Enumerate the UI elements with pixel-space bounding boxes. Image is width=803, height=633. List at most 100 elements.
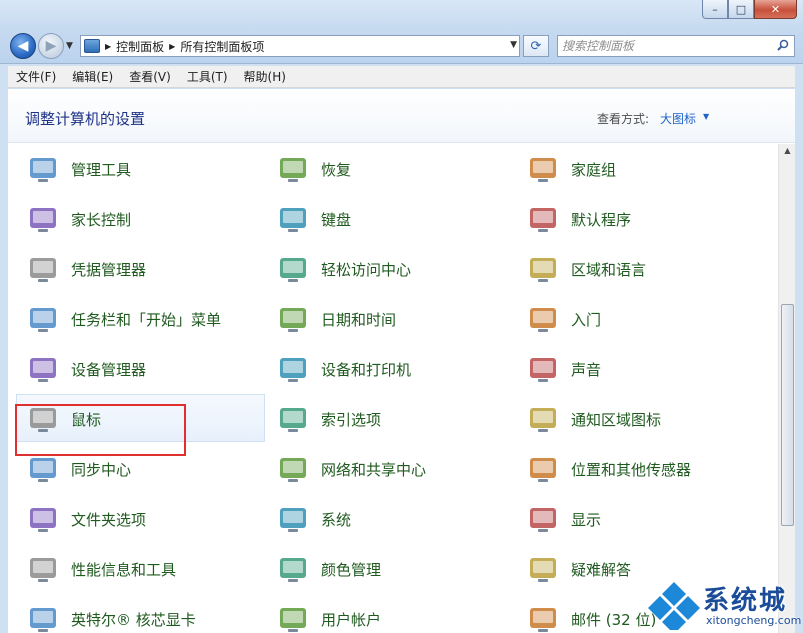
cp-item[interactable]: 轻松访问中心 [266, 244, 506, 292]
item-label: 位置和其他传感器 [571, 461, 692, 479]
cp-item[interactable]: 区域和语言 [516, 244, 756, 292]
refresh-button[interactable]: ⟳ [523, 35, 549, 57]
cp-item[interactable]: 鼠标 [16, 394, 265, 442]
menu-edit[interactable]: 编辑(E) [64, 68, 121, 85]
item-label: 同步中心 [71, 461, 132, 479]
watermark-text: 系统城 [703, 586, 788, 616]
cp-item[interactable]: 同步中心 [16, 444, 256, 492]
item-icon [277, 503, 309, 535]
item-icon [527, 253, 559, 285]
item-icon [27, 253, 59, 285]
cp-item[interactable]: 入门 [516, 294, 756, 342]
cp-item[interactable]: 文件夹选项 [16, 494, 256, 542]
close-button[interactable]: ✕ [754, 0, 797, 19]
item-icon [527, 503, 559, 535]
window-controls: – □ ✕ [702, 0, 797, 20]
item-icon [27, 353, 59, 385]
menu-view[interactable]: 查看(V) [121, 68, 179, 85]
item-label: 设备和打印机 [321, 361, 412, 379]
cp-item[interactable]: 设备管理器 [16, 344, 256, 392]
back-button[interactable]: ◀ [10, 33, 36, 59]
view-by-label: 查看方式: [597, 112, 650, 126]
item-label: 鼠标 [71, 411, 102, 429]
scroll-up-icon[interactable]: ▲ [781, 146, 794, 159]
chevron-right-icon[interactable]: ▶ [105, 42, 111, 51]
cp-item[interactable]: 凭据管理器 [16, 244, 256, 292]
title-bar: – □ ✕ ◀ ▶ ▼ ▶ 控制面板 ▶ 所有控制面板项 ▼ ⟳ [0, 0, 803, 64]
breadcrumb-all-items[interactable]: 所有控制面板项 [180, 38, 264, 55]
address-dropdown-icon[interactable]: ▼ [510, 40, 517, 50]
vertical-scrollbar[interactable]: ▲ [778, 144, 795, 633]
cp-item[interactable]: 位置和其他传感器 [516, 444, 756, 492]
item-icon [27, 453, 59, 485]
cp-item[interactable]: 家庭组 [516, 144, 756, 192]
menu-file[interactable]: 文件(F) [8, 68, 64, 85]
item-label: 索引选项 [321, 411, 382, 429]
item-label: 邮件 (32 位) [571, 611, 657, 629]
cp-item[interactable]: 英特尔® 核芯显卡 [16, 594, 256, 633]
cp-item[interactable]: 显示 [516, 494, 756, 542]
cp-item[interactable]: 系统 [266, 494, 506, 542]
cp-item[interactable]: 设备和打印机 [266, 344, 506, 392]
menu-help[interactable]: 帮助(H) [236, 68, 294, 85]
cp-item[interactable]: 日期和时间 [266, 294, 506, 342]
scrollbar-thumb[interactable] [781, 304, 794, 526]
cp-item[interactable]: 用户帐户 [266, 594, 506, 633]
cp-item[interactable]: 通知区域图标 [516, 394, 756, 442]
cp-item[interactable]: 恢复 [266, 144, 506, 192]
cp-item[interactable]: 默认程序 [516, 194, 756, 242]
watermark-logo-icon [648, 582, 700, 630]
minimize-button[interactable]: – [702, 0, 728, 19]
item-icon [27, 153, 59, 185]
cp-item[interactable]: 网络和共享中心 [266, 444, 506, 492]
maximize-button[interactable]: □ [728, 0, 754, 19]
item-icon [527, 203, 559, 235]
item-label: 疑难解答 [571, 561, 632, 579]
item-icon [27, 503, 59, 535]
cp-item[interactable]: 管理工具 [16, 144, 256, 192]
address-bar[interactable]: ▶ 控制面板 ▶ 所有控制面板项 ▼ [80, 35, 520, 57]
watermark: 系统城 xitongcheng.com [648, 578, 803, 633]
item-icon [27, 203, 59, 235]
search-input[interactable] [562, 37, 772, 55]
item-icon [277, 253, 309, 285]
item-label: 凭据管理器 [71, 261, 147, 279]
forward-button[interactable]: ▶ [38, 33, 64, 59]
cp-item[interactable]: 键盘 [266, 194, 506, 242]
cp-item[interactable]: 声音 [516, 344, 756, 392]
item-label: 颜色管理 [321, 561, 382, 579]
history-dropdown-icon[interactable]: ▼ [66, 41, 73, 51]
item-icon [277, 353, 309, 385]
item-label: 设备管理器 [71, 361, 147, 379]
item-icon [277, 603, 309, 633]
item-label: 系统 [321, 511, 352, 529]
item-label: 英特尔® 核芯显卡 [71, 611, 196, 629]
control-panel-icon [84, 39, 100, 53]
watermark-url: xitongcheng.com [706, 614, 802, 627]
item-label: 轻松访问中心 [321, 261, 412, 279]
cp-item[interactable]: 家长控制 [16, 194, 256, 242]
cp-item[interactable]: 颜色管理 [266, 544, 506, 592]
item-icon [277, 303, 309, 335]
cp-item[interactable]: 索引选项 [266, 394, 506, 442]
menu-tools[interactable]: 工具(T) [179, 68, 236, 85]
item-label: 日期和时间 [321, 311, 397, 329]
item-label: 通知区域图标 [571, 411, 662, 429]
item-icon [527, 603, 559, 633]
search-icon[interactable] [777, 39, 789, 51]
item-icon [277, 153, 309, 185]
cp-item[interactable]: 性能信息和工具 [16, 544, 256, 592]
search-box[interactable] [557, 35, 795, 57]
view-by-dropdown[interactable]: 大图标 [660, 110, 696, 127]
item-label: 家长控制 [71, 211, 132, 229]
item-icon [527, 153, 559, 185]
chevron-right-icon[interactable]: ▶ [169, 42, 175, 51]
item-label: 网络和共享中心 [321, 461, 427, 479]
content-pane: 调整计算机的设置 查看方式: 大图标 ▼ 管理工具 恢复 家庭组 家长控制 键盘 默认程序… [8, 89, 795, 633]
breadcrumb-control-panel[interactable]: 控制面板 [116, 38, 164, 55]
item-label: 区域和语言 [571, 261, 647, 279]
chevron-down-icon[interactable]: ▼ [703, 112, 709, 121]
item-label: 家庭组 [571, 161, 617, 179]
item-icon [277, 403, 309, 435]
cp-item[interactable]: 任务栏和「开始」菜单 [16, 294, 256, 342]
